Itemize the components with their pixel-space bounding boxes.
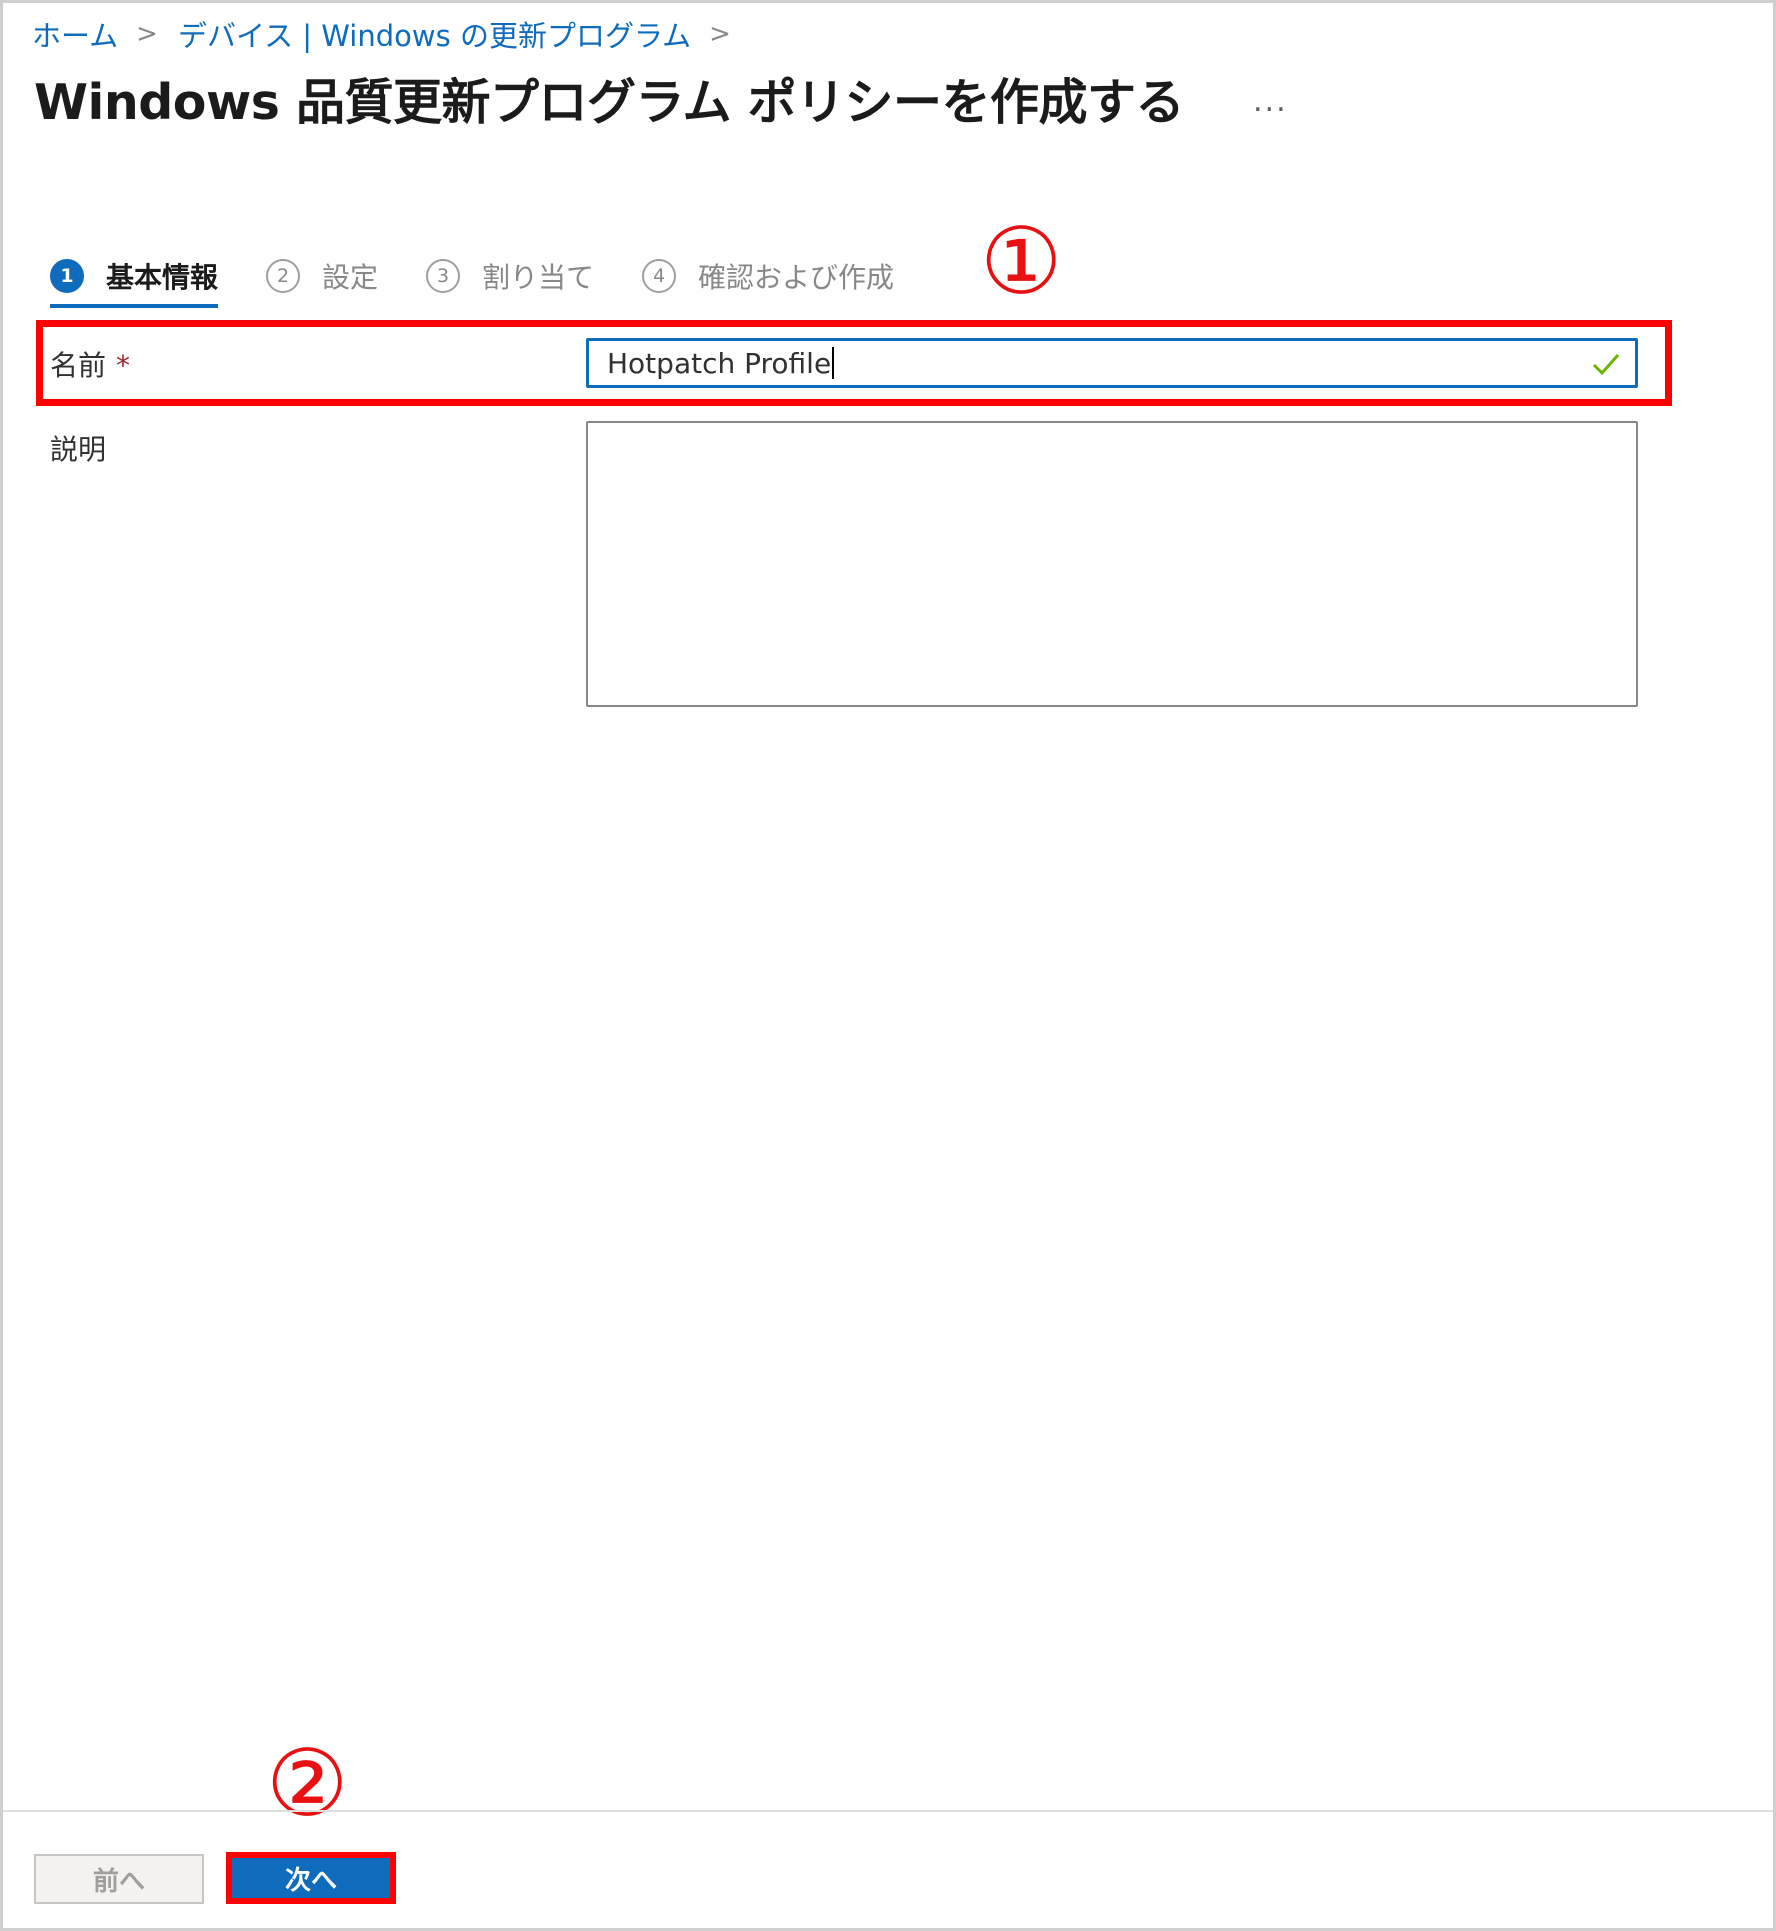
- annotation-marker-1: ①: [980, 208, 1063, 315]
- name-label-text: 名前: [50, 349, 107, 382]
- wizard-steps: 1 基本情報 2 設定 3 割り当て 4 確認および作成: [50, 248, 942, 310]
- step-number: 1: [50, 259, 84, 293]
- required-mark: *: [116, 349, 131, 382]
- breadcrumb-devices-windows-updates[interactable]: デバイス | Windows の更新プログラム: [178, 13, 691, 55]
- footer-divider: [3, 1810, 1773, 1812]
- breadcrumb-separator-icon: >: [709, 19, 731, 49]
- more-options-icon[interactable]: ...: [1253, 84, 1288, 119]
- description-textarea[interactable]: [586, 421, 1638, 707]
- annotation-marker-2: ②: [266, 1730, 349, 1837]
- step-label: 基本情報: [106, 261, 219, 294]
- breadcrumb-home[interactable]: ホーム: [32, 13, 118, 55]
- step-label: 設定: [322, 261, 379, 294]
- text-caret: [832, 347, 835, 379]
- name-input-value: Hotpatch Profile: [607, 347, 835, 380]
- step-label: 割り当て: [482, 261, 595, 294]
- name-input[interactable]: Hotpatch Profile: [586, 338, 1638, 388]
- step-review-create[interactable]: 4 確認および作成: [642, 248, 894, 304]
- description-label: 説明: [50, 433, 107, 466]
- step-basics[interactable]: 1 基本情報: [50, 248, 219, 308]
- valid-check-icon: [1592, 354, 1620, 376]
- breadcrumb: ホーム > デバイス | Windows の更新プログラム >: [32, 14, 751, 54]
- step-assignments[interactable]: 3 割り当て: [426, 248, 594, 304]
- page-title: Windows 品質更新プログラム ポリシーを作成する: [34, 74, 1185, 131]
- previous-button[interactable]: 前へ: [34, 1854, 204, 1904]
- step-number: 2: [266, 259, 301, 293]
- step-settings[interactable]: 2 設定: [266, 248, 378, 304]
- next-button[interactable]: 次へ: [226, 1852, 396, 1904]
- name-label: 名前 *: [50, 344, 130, 384]
- step-label: 確認および作成: [698, 261, 895, 294]
- breadcrumb-separator-icon: >: [136, 19, 158, 49]
- step-number: 4: [642, 259, 677, 293]
- step-number: 3: [426, 259, 461, 293]
